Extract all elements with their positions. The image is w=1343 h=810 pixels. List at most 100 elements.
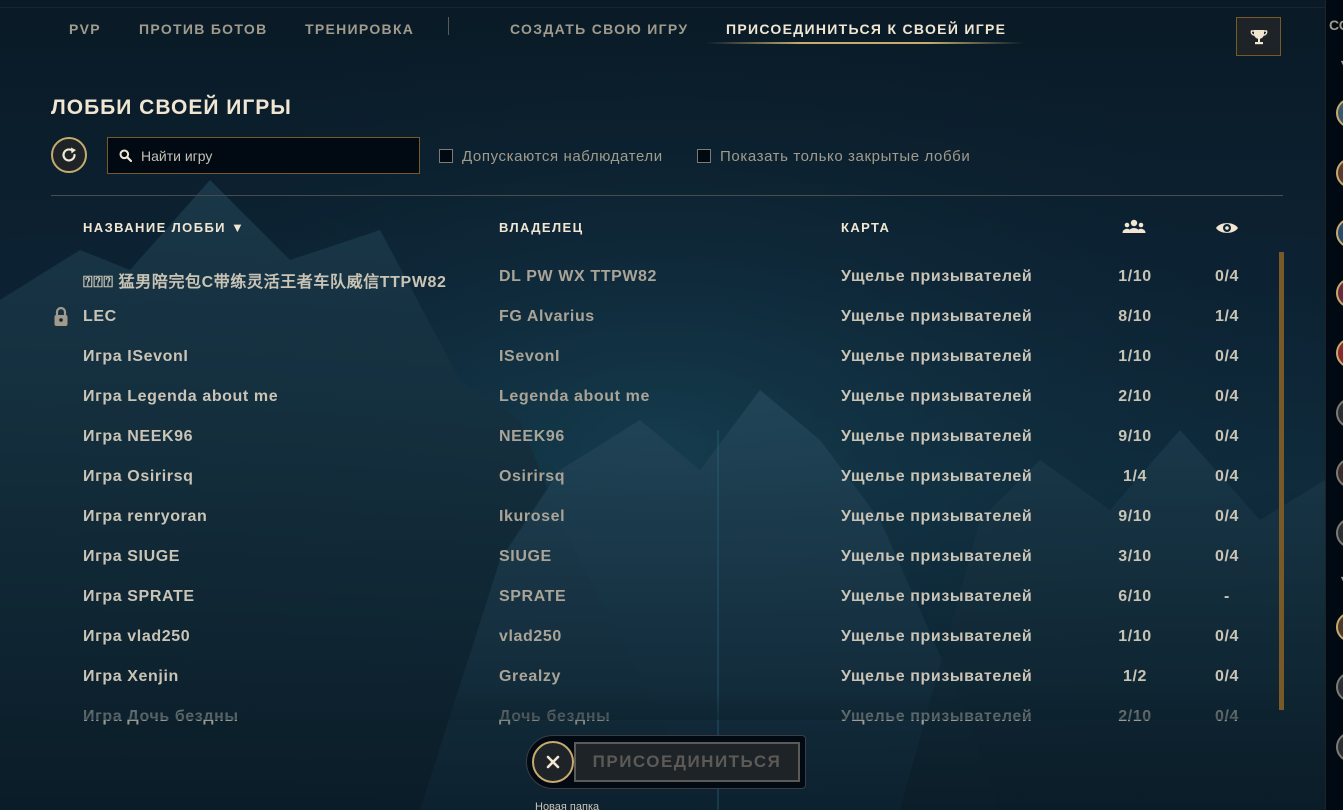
private-filter-label: Показать только закрытые лобби <box>720 147 971 165</box>
table-row[interactable]: Игра vlad250 vlad250 Ущелье призывателей 1/… <box>51 618 1275 658</box>
table-row[interactable]: Игра renryoran Ikurosel Ущелье призывателе… <box>51 498 1275 538</box>
filter-separator <box>51 195 1283 196</box>
row-spectators: 1/4 <box>1214 308 1240 325</box>
table-row[interactable]: Игра Дочь бездны Дочь бездны Ущелье призыв… <box>51 698 1275 738</box>
table-row[interactable]: Игра Legenda about me Legenda about me Уще… <box>51 378 1275 418</box>
nav-tab-training[interactable]: ТРЕНИРОВКА <box>305 21 414 39</box>
friend-avatar[interactable] <box>1336 518 1343 548</box>
row-spectators: 0/4 <box>1214 268 1240 285</box>
friend-avatar[interactable] <box>1336 278 1343 308</box>
row-players: 9/10 <box>1118 508 1152 525</box>
social-header: СО <box>1329 17 1343 33</box>
nav-tab-join-custom[interactable]: ПРИСОЕДИНИТЬСЯ К СВОЕЙ ИГРЕ <box>726 21 1006 39</box>
players-icon <box>1122 219 1146 233</box>
search-box[interactable] <box>107 137 420 174</box>
column-header-lobby-name[interactable]: НАЗВАНИЕ ЛОББИ ▼ <box>83 220 245 235</box>
row-players: 2/10 <box>1118 388 1152 405</box>
row-map: Ущелье призывателей <box>841 348 1033 365</box>
row-map: Ущелье призывателей <box>841 388 1033 405</box>
search-input[interactable] <box>139 146 413 165</box>
filter-private-only[interactable]: Показать только закрытые лобби <box>697 147 970 165</box>
row-lobby-name: Игра Osirirsq <box>83 468 194 485</box>
footer-label: Новая папка <box>535 801 600 810</box>
table-row[interactable]: ⍰⍰⍰ 猛男陪完包C带练灵活王者车队威信TTPW82 DL PW WX TTPW8… <box>51 258 1275 298</box>
row-owner: Legenda about me <box>499 388 650 405</box>
row-players: 1/10 <box>1118 348 1152 365</box>
friend-avatar[interactable] <box>1336 398 1343 428</box>
row-owner: SIUGE <box>499 548 552 565</box>
row-owner: Дочь бездны <box>499 708 611 725</box>
row-lobby-name: Игра NEEK96 <box>83 428 194 445</box>
nav-tab-vs-bots[interactable]: ПРОТИВ БОТОВ <box>139 21 267 39</box>
row-owner: Ikurosel <box>499 508 566 525</box>
friend-avatar[interactable] <box>1336 338 1343 368</box>
row-map: Ущелье призывателей <box>841 628 1033 645</box>
trophy-icon <box>1250 29 1267 44</box>
table-row[interactable]: Игра Osirirsq Osirirsq Ущелье призывателей… <box>51 458 1275 498</box>
row-lobby-name: Игра SIUGE <box>83 548 181 565</box>
table-row[interactable]: LEC FG Alvarius Ущелье призывателей 8/10 1/4 <box>51 298 1275 338</box>
friend-avatar[interactable] <box>1336 98 1343 128</box>
join-button[interactable]: ПРИСОЕДИНИТЬСЯ <box>574 742 800 782</box>
row-lobby-name: Игра Legenda about me <box>83 388 279 405</box>
row-owner: NEEK96 <box>499 428 565 445</box>
column-header-spectators[interactable] <box>1215 220 1239 239</box>
friend-avatar[interactable] <box>1336 218 1343 248</box>
nav-tab-create-custom[interactable]: СОЗДАТЬ СВОЮ ИГРУ <box>510 21 688 39</box>
row-map: Ущелье призывателей <box>841 588 1033 605</box>
chevron-down-icon[interactable]: ▼ <box>1339 58 1343 68</box>
column-header-owner[interactable]: ВЛАДЕЛЕЦ <box>499 220 583 235</box>
row-map: Ущелье призывателей <box>841 508 1033 525</box>
row-owner: SPRATE <box>499 588 567 605</box>
row-players: 1/10 <box>1118 628 1152 645</box>
row-lobby-name: Игра Дочь бездны <box>83 708 239 725</box>
table-row[interactable]: Игра NEEK96 NEEK96 Ущелье призывателей 9/10… <box>51 418 1275 458</box>
column-header-players[interactable] <box>1122 218 1146 239</box>
refresh-icon <box>62 147 76 162</box>
client-window: PVP ПРОТИВ БОТОВ ТРЕНИРОВКА СОЗДАТЬ СВОЮ… <box>0 0 1343 810</box>
friend-avatar[interactable] <box>1336 612 1343 642</box>
eye-icon <box>1216 223 1238 233</box>
row-map: Ущелье призывателей <box>841 428 1033 445</box>
row-players: 2/10 <box>1118 708 1152 725</box>
row-spectators: 0/4 <box>1214 668 1240 685</box>
row-owner: Osirirsq <box>499 468 566 485</box>
table-row[interactable]: Игра ISevonI ISevonI Ущелье призывателей 1/… <box>51 338 1275 378</box>
lock-icon <box>54 306 68 326</box>
table-row[interactable]: Игра Xenjin Grealzy Ущелье призывателей 1/2… <box>51 658 1275 698</box>
column-header-map[interactable]: КАРТА <box>841 220 890 235</box>
spectators-checkbox[interactable] <box>439 149 453 163</box>
friend-avatar[interactable] <box>1336 732 1343 762</box>
nav-divider <box>448 17 449 35</box>
page-title: ЛОББИ СВОЕЙ ИГРЫ <box>51 96 292 119</box>
scrollbar-thumb[interactable] <box>1279 252 1284 710</box>
table-row[interactable]: Игра SPRATE SPRATE Ущелье призывателей 6/10… <box>51 578 1275 618</box>
row-lobby-name: Игра ISevonI <box>83 348 189 365</box>
row-map: Ущелье призывателей <box>841 668 1033 685</box>
row-map: Ущелье призывателей <box>841 548 1033 565</box>
filter-allow-spectators[interactable]: Допускаются наблюдатели <box>439 147 663 165</box>
chevron-down-icon[interactable]: ▼ <box>1339 574 1343 584</box>
row-owner: ISevonI <box>499 348 561 365</box>
table-row[interactable]: Игра SIUGE SIUGE Ущелье призывателей 3/10 0/… <box>51 538 1275 578</box>
refresh-button[interactable] <box>51 137 87 173</box>
social-panel: СО ▼ ▼ <box>1325 0 1343 810</box>
cancel-button[interactable] <box>532 741 574 783</box>
close-icon <box>546 755 560 769</box>
row-spectators: 0/4 <box>1214 628 1240 645</box>
top-navigation: PVP ПРОТИВ БОТОВ ТРЕНИРОВКА СОЗДАТЬ СВОЮ… <box>0 0 1325 60</box>
row-players: 1/2 <box>1122 668 1148 685</box>
row-spectators: 0/4 <box>1214 348 1240 365</box>
row-spectators: 0/4 <box>1214 708 1240 725</box>
row-spectators: 0/4 <box>1214 548 1240 565</box>
friend-avatar[interactable] <box>1336 158 1343 188</box>
nav-tab-pvp[interactable]: PVP <box>69 21 101 39</box>
row-map: Ущелье призывателей <box>841 708 1033 725</box>
friend-avatar[interactable] <box>1336 458 1343 488</box>
row-spectators: 0/4 <box>1214 468 1240 485</box>
row-owner: vlad250 <box>499 628 562 645</box>
trophy-button[interactable] <box>1236 17 1281 56</box>
row-map: Ущелье призывателей <box>841 468 1033 485</box>
private-checkbox[interactable] <box>697 149 711 163</box>
friend-avatar[interactable] <box>1336 672 1343 702</box>
